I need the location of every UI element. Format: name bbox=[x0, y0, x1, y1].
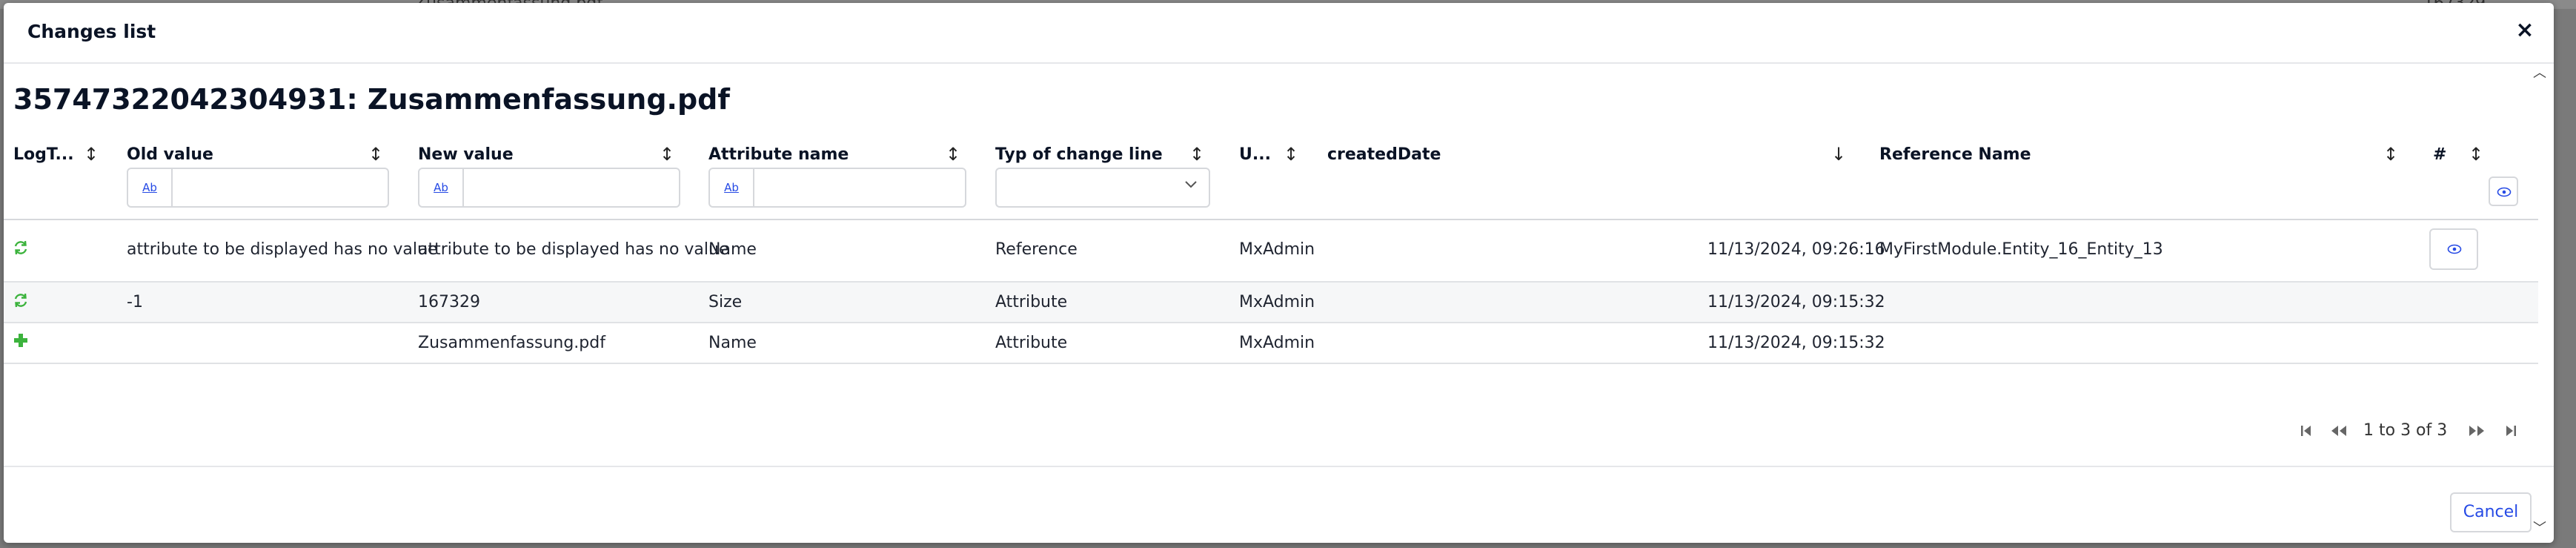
sort-icon[interactable]: ↕ bbox=[368, 144, 383, 165]
table-row[interactable]: -1 167329 Size Attribute MxAdmin 11/13/2… bbox=[4, 283, 2538, 323]
filter-type-button[interactable]: Ab bbox=[419, 169, 464, 206]
column-selector-button[interactable] bbox=[2489, 176, 2518, 206]
column-label: Old value bbox=[127, 145, 213, 164]
column-label: Reference Name bbox=[1879, 145, 2031, 164]
sort-icon[interactable]: ↕ bbox=[660, 144, 674, 165]
column-header-log-type[interactable]: LogT... ↕ bbox=[13, 136, 117, 221]
arrow-down-icon[interactable]: ↓ bbox=[1831, 144, 1846, 165]
created-date-cell: 11/13/2024, 09:15:32 bbox=[1707, 293, 1885, 311]
column-header-new-value[interactable]: New value ↕ Ab bbox=[418, 136, 688, 221]
attribute-name-cell: Size bbox=[708, 293, 743, 311]
cancel-button[interactable]: Cancel bbox=[2450, 492, 2532, 532]
column-label: LogT... bbox=[13, 145, 74, 164]
pagination-text: 1 to 3 of 3 bbox=[2363, 421, 2448, 440]
user-cell: MxAdmin bbox=[1239, 334, 1315, 352]
last-page-icon[interactable] bbox=[2498, 420, 2523, 442]
reference-name-cell: MyFirstModule.Entity_16_Entity_13 bbox=[1879, 240, 2163, 259]
attribute-name-filter-input[interactable] bbox=[754, 169, 965, 208]
column-header-number[interactable]: # ↕ bbox=[2433, 136, 2483, 221]
created-date-cell: 11/13/2024, 09:26:16 bbox=[1707, 240, 1885, 259]
old-value-filter: Ab bbox=[127, 168, 389, 208]
sort-icon[interactable]: ↕ bbox=[1284, 144, 1298, 165]
dialog-title: Changes list bbox=[27, 21, 156, 42]
pagination: 1 to 3 of 3 bbox=[2294, 420, 2516, 442]
change-type-cell: Attribute bbox=[995, 334, 1068, 352]
column-label: U... bbox=[1239, 145, 1271, 164]
sort-icon[interactable]: ↕ bbox=[946, 144, 960, 165]
previous-page-icon[interactable] bbox=[2326, 420, 2351, 442]
sort-icon[interactable]: ↕ bbox=[2383, 144, 2398, 165]
column-label: Typ of change line bbox=[995, 145, 1163, 164]
refresh-icon bbox=[13, 292, 29, 313]
new-value-filter: Ab bbox=[418, 168, 680, 208]
sort-icon[interactable]: ↕ bbox=[1189, 144, 1204, 165]
column-header-user[interactable]: U... ↕ bbox=[1239, 136, 1298, 221]
next-page-icon[interactable] bbox=[2464, 420, 2489, 442]
scroll-up-icon[interactable]: ︿ bbox=[2532, 65, 2548, 82]
table-row[interactable]: attribute to be displayed has no value a… bbox=[4, 220, 2538, 283]
table-row[interactable]: Zusammenfassung.pdf Name Attribute MxAdm… bbox=[4, 323, 2538, 364]
attribute-name-filter: Ab bbox=[708, 168, 966, 208]
column-header-change-type[interactable]: Typ of change line ↕ bbox=[995, 136, 1218, 221]
user-cell: MxAdmin bbox=[1239, 293, 1315, 311]
first-page-icon[interactable] bbox=[2294, 420, 2319, 442]
column-label: createdDate bbox=[1327, 145, 1441, 164]
column-label: # bbox=[2433, 145, 2447, 164]
chevron-down-icon bbox=[1184, 176, 1198, 196]
column-header-created-date[interactable]: createdDate ↓ bbox=[1327, 136, 1846, 221]
attribute-name-cell: Name bbox=[708, 240, 757, 259]
view-reference-button[interactable] bbox=[2429, 228, 2478, 270]
sort-icon[interactable]: ↕ bbox=[84, 144, 99, 165]
column-label: Attribute name bbox=[708, 145, 849, 164]
footer-divider bbox=[4, 466, 2554, 467]
changes-list-dialog: Changes list × ︿ ﹀ 35747322042304931: Zu… bbox=[4, 3, 2554, 543]
attribute-name-cell: Name bbox=[708, 334, 757, 352]
column-header-old-value[interactable]: Old value ↕ Ab bbox=[127, 136, 396, 221]
eye-icon bbox=[2447, 244, 2462, 254]
created-date-cell: 11/13/2024, 09:15:32 bbox=[1707, 334, 1885, 352]
new-value-filter-input[interactable] bbox=[464, 169, 679, 208]
sort-icon[interactable]: ↕ bbox=[2469, 144, 2483, 165]
new-value-cell: 167329 bbox=[418, 293, 480, 311]
new-value-cell: Zusammenfassung.pdf bbox=[418, 334, 605, 352]
filter-type-button[interactable]: Ab bbox=[710, 169, 754, 206]
change-type-filter-select[interactable] bbox=[995, 168, 1210, 208]
refresh-icon bbox=[13, 240, 29, 260]
scroll-down-icon[interactable]: ﹀ bbox=[2532, 521, 2548, 537]
dialog-header: Changes list × bbox=[4, 3, 2554, 64]
column-header-attribute-name[interactable]: Attribute name ↕ Ab bbox=[708, 136, 975, 221]
plus-icon bbox=[13, 332, 29, 353]
page-title: 35747322042304931: Zusammenfassung.pdf bbox=[13, 83, 730, 116]
column-header-reference-name[interactable]: Reference Name ↕ bbox=[1879, 136, 2398, 221]
filter-type-button[interactable]: Ab bbox=[128, 169, 173, 206]
change-type-cell: Reference bbox=[995, 240, 1078, 259]
change-type-cell: Attribute bbox=[995, 293, 1068, 311]
old-value-filter-input[interactable] bbox=[173, 169, 388, 208]
new-value-cell: attribute to be displayed has no value bbox=[418, 240, 729, 259]
column-label: New value bbox=[418, 145, 514, 164]
user-cell: MxAdmin bbox=[1239, 240, 1315, 259]
old-value-cell: -1 bbox=[127, 293, 143, 311]
eye-icon bbox=[2497, 187, 2512, 197]
close-icon[interactable]: × bbox=[2512, 18, 2537, 43]
old-value-cell: attribute to be displayed has no value bbox=[127, 240, 438, 259]
